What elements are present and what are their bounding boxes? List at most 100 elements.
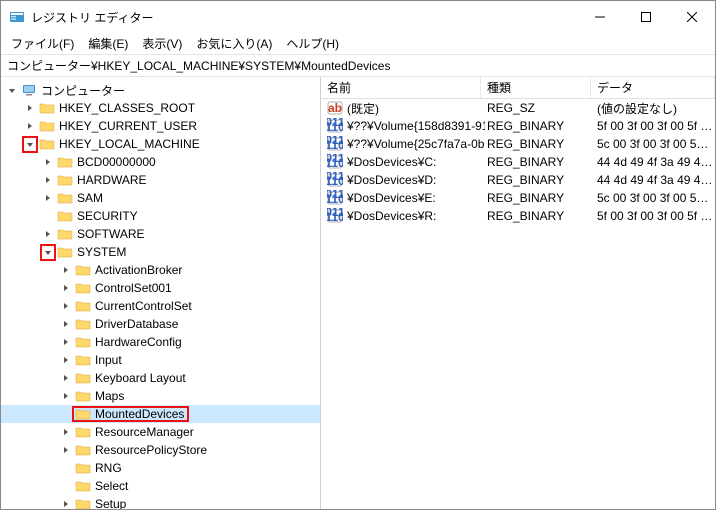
binary-value-icon: 011110 xyxy=(327,136,343,152)
chevron-right-icon[interactable] xyxy=(41,155,55,169)
menu-help[interactable]: ヘルプ(H) xyxy=(280,33,345,54)
computer-icon xyxy=(21,83,37,97)
tree-item-SAM[interactable]: SAM xyxy=(1,189,320,207)
address-bar[interactable]: コンピューター¥HKEY_LOCAL_MACHINE¥SYSTEM¥Mounte… xyxy=(1,55,715,77)
chevron-down-icon[interactable] xyxy=(5,83,19,97)
value-row[interactable]: 011110¥??¥Volume{25c7fa7a-0b...REG_BINAR… xyxy=(321,135,715,153)
tree-item-HKEY-CURRENT-USER[interactable]: HKEY_CURRENT_USER xyxy=(1,117,320,135)
tree-item-HardwareConfig[interactable]: HardwareConfig xyxy=(1,333,320,351)
chevron-right-icon[interactable] xyxy=(59,371,73,385)
tree-item-SYSTEM[interactable]: SYSTEM xyxy=(1,243,320,261)
tree-item-SOFTWARE[interactable]: SOFTWARE xyxy=(1,225,320,243)
value-name: ¥DosDevices¥C: xyxy=(347,155,436,169)
chevron-right-icon[interactable] xyxy=(23,101,37,115)
menu-file[interactable]: ファイル(F) xyxy=(5,33,80,54)
value-data: 5f 00 3f 00 3f 00 5f 00 55 0 xyxy=(595,119,715,133)
value-row[interactable]: 011110¥??¥Volume{158d8391-91...REG_BINAR… xyxy=(321,117,715,135)
tree-item-Select[interactable]: Select xyxy=(1,477,320,495)
menu-view[interactable]: 表示(V) xyxy=(136,33,188,54)
tree-item-Input[interactable]: Input xyxy=(1,351,320,369)
tree-item-ActivationBroker[interactable]: ActivationBroker xyxy=(1,261,320,279)
chevron-placeholder xyxy=(59,479,73,493)
binary-value-icon: 011110 xyxy=(327,154,343,170)
chevron-right-icon[interactable] xyxy=(41,191,55,205)
svg-text:110: 110 xyxy=(327,210,343,224)
value-row[interactable]: ab(既定)REG_SZ(値の設定なし) xyxy=(321,99,715,117)
tree-label: CurrentControlSet xyxy=(95,299,192,313)
tree-item-HKEY-CLASSES-ROOT[interactable]: HKEY_CLASSES_ROOT xyxy=(1,99,320,117)
maximize-button[interactable] xyxy=(623,1,669,33)
address-text: コンピューター¥HKEY_LOCAL_MACHINE¥SYSTEM¥Mounte… xyxy=(7,57,390,74)
tree-item-BCD00000000[interactable]: BCD00000000 xyxy=(1,153,320,171)
col-header-data[interactable]: データ xyxy=(591,77,715,98)
list-body: ab(既定)REG_SZ(値の設定なし)011110¥??¥Volume{158… xyxy=(321,99,715,225)
chevron-right-icon[interactable] xyxy=(59,281,73,295)
tree-label: ActivationBroker xyxy=(95,263,182,277)
folder-icon xyxy=(57,191,73,205)
tree-item-Maps[interactable]: Maps xyxy=(1,387,320,405)
chevron-right-icon[interactable] xyxy=(41,227,55,241)
tree-item-MountedDevices[interactable]: MountedDevices xyxy=(1,405,320,423)
tree-label: HARDWARE xyxy=(77,173,147,187)
tree-item--------[interactable]: コンピューター xyxy=(1,81,320,99)
chevron-right-icon[interactable] xyxy=(41,173,55,187)
value-name: ¥??¥Volume{158d8391-91... xyxy=(347,119,485,133)
value-row[interactable]: 011110¥DosDevices¥R:REG_BINARY5f 00 3f 0… xyxy=(321,207,715,225)
tree-item-DriverDatabase[interactable]: DriverDatabase xyxy=(1,315,320,333)
tree-item-CurrentControlSet[interactable]: CurrentControlSet xyxy=(1,297,320,315)
svg-text:110: 110 xyxy=(327,192,343,206)
tree-label: コンピューター xyxy=(41,82,125,99)
tree-item-HARDWARE[interactable]: HARDWARE xyxy=(1,171,320,189)
tree-label: Setup xyxy=(95,497,126,509)
list-view[interactable]: 名前 種類 データ ab(既定)REG_SZ(値の設定なし)011110¥??¥… xyxy=(321,77,715,509)
value-name: ¥DosDevices¥R: xyxy=(347,209,436,223)
value-type: REG_BINARY xyxy=(485,155,595,169)
chevron-right-icon[interactable] xyxy=(59,425,73,439)
tree-item-HKEY-LOCAL-MACHINE[interactable]: HKEY_LOCAL_MACHINE xyxy=(1,135,320,153)
tree-item-SECURITY[interactable]: SECURITY xyxy=(1,207,320,225)
chevron-right-icon[interactable] xyxy=(59,299,73,313)
menu-edit[interactable]: 編集(E) xyxy=(82,33,134,54)
value-type: REG_SZ xyxy=(485,101,595,115)
chevron-right-icon[interactable] xyxy=(59,335,73,349)
chevron-right-icon[interactable] xyxy=(59,389,73,403)
chevron-right-icon[interactable] xyxy=(59,353,73,367)
value-data: 44 4d 49 4f 3a 49 44 3a d5 xyxy=(595,173,715,187)
tree-view[interactable]: コンピューターHKEY_CLASSES_ROOTHKEY_CURRENT_USE… xyxy=(1,77,321,509)
tree-label: RNG xyxy=(95,461,122,475)
tree-item-ControlSet001[interactable]: ControlSet001 xyxy=(1,279,320,297)
col-header-name[interactable]: 名前 xyxy=(321,77,481,98)
binary-value-icon: 011110 xyxy=(327,172,343,188)
folder-icon xyxy=(75,497,91,509)
folder-icon xyxy=(57,173,73,187)
menu-favorites[interactable]: お気に入り(A) xyxy=(190,33,278,54)
chevron-down-icon[interactable] xyxy=(41,245,55,259)
value-row[interactable]: 011110¥DosDevices¥E:REG_BINARY5c 00 3f 0… xyxy=(321,189,715,207)
chevron-down-icon[interactable] xyxy=(23,137,37,151)
tree-item-Keyboard-Layout[interactable]: Keyboard Layout xyxy=(1,369,320,387)
value-row[interactable]: 011110¥DosDevices¥C:REG_BINARY44 4d 49 4… xyxy=(321,153,715,171)
tree-item-Setup[interactable]: Setup xyxy=(1,495,320,509)
svg-text:110: 110 xyxy=(327,174,343,188)
svg-text:110: 110 xyxy=(327,156,343,170)
maximize-icon xyxy=(641,12,651,22)
minimize-button[interactable] xyxy=(577,1,623,33)
minimize-icon xyxy=(595,12,605,22)
folder-icon xyxy=(75,371,91,385)
chevron-right-icon[interactable] xyxy=(59,497,73,509)
chevron-right-icon[interactable] xyxy=(59,263,73,277)
regedit-icon xyxy=(9,9,25,25)
col-header-type[interactable]: 種類 xyxy=(481,77,591,98)
chevron-right-icon[interactable] xyxy=(59,317,73,331)
tree-item-ResourcePolicyStore[interactable]: ResourcePolicyStore xyxy=(1,441,320,459)
binary-value-icon: 011110 xyxy=(327,118,343,134)
value-type: REG_BINARY xyxy=(485,137,595,151)
tree-label: HKEY_LOCAL_MACHINE xyxy=(59,137,200,151)
svg-text:ab: ab xyxy=(328,101,342,115)
tree-item-RNG[interactable]: RNG xyxy=(1,459,320,477)
value-row[interactable]: 011110¥DosDevices¥D:REG_BINARY44 4d 49 4… xyxy=(321,171,715,189)
chevron-right-icon[interactable] xyxy=(23,119,37,133)
close-button[interactable] xyxy=(669,1,715,33)
chevron-right-icon[interactable] xyxy=(59,443,73,457)
tree-item-ResourceManager[interactable]: ResourceManager xyxy=(1,423,320,441)
